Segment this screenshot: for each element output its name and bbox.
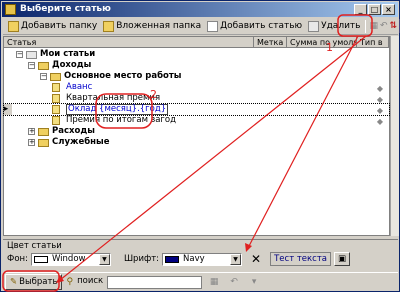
expand-icon[interactable]: + xyxy=(28,139,35,146)
tree-item-label: Квартальная премия xyxy=(66,93,161,103)
row-selector[interactable] xyxy=(4,137,12,148)
tree-folder-row[interactable]: + Расходы xyxy=(4,126,389,137)
app-icon xyxy=(5,4,16,15)
folder-icon xyxy=(38,128,49,136)
tree-folder-row[interactable]: − Доходы xyxy=(4,60,389,71)
bottom-bar: ✎ Выбрать ⚲ поиск ▦ ↶ ▾ xyxy=(3,272,398,291)
row-selector[interactable] xyxy=(4,115,12,126)
tree-item-label: Доходы xyxy=(52,60,92,70)
nested-folder-icon xyxy=(103,20,115,32)
font-color-label: Шрифт: xyxy=(123,254,160,264)
folder-icon xyxy=(26,51,37,59)
select-icon: ✎ xyxy=(10,277,18,287)
tree-item-row[interactable]: Аванс ◆ xyxy=(4,82,389,93)
dialog-window: Выберите статью _ □ × Добавить папку Вло… xyxy=(0,0,400,292)
font-color-select[interactable]: Navy ▼ xyxy=(162,252,243,266)
row-selector[interactable] xyxy=(4,71,12,82)
search-icon: ⚲ xyxy=(66,277,74,287)
column-header-default-sum[interactable]: Сумма по умолч xyxy=(287,37,357,47)
search-label: поиск xyxy=(77,275,104,286)
color-panel: Цвет статьи Фон: Window ▼ Шрифт: Navy ▼ … xyxy=(3,239,398,269)
tree-item-row[interactable]: Премия по итогам загод ◆ xyxy=(4,115,389,126)
document-plus-icon xyxy=(207,20,219,32)
search-undo-icon[interactable]: ↶ xyxy=(227,275,241,289)
tree-item-label: Расходы xyxy=(52,126,95,136)
folder-plus-icon xyxy=(8,20,19,32)
apply-color-icon[interactable]: ▣ xyxy=(334,252,351,266)
maximize-button[interactable]: □ xyxy=(368,4,381,15)
toolbar: Добавить папку Вложенная папка Добавить … xyxy=(3,18,400,35)
collapse-icon[interactable]: − xyxy=(16,51,23,58)
row-selector[interactable] xyxy=(4,60,12,71)
tree-item-label: Основное место работы xyxy=(64,71,182,81)
title-bar[interactable]: Выберите статью _ □ × xyxy=(2,2,398,17)
row-selector[interactable] xyxy=(4,49,12,60)
tree-item-row[interactable]: Квартальная премия ◆ xyxy=(4,93,389,104)
collapse-icon[interactable]: − xyxy=(28,62,35,69)
chevron-down-icon: ▼ xyxy=(230,253,242,265)
tree-folder-row[interactable]: − Основное место работы xyxy=(4,71,389,82)
tree-item-label: Оклад {месяц}.{год} xyxy=(66,104,169,115)
item-icon xyxy=(52,94,60,103)
background-label: Фон: xyxy=(7,254,28,264)
add-item-button[interactable]: Добавить статью xyxy=(204,19,305,34)
chevron-down-icon: ▼ xyxy=(98,253,110,265)
row-selector[interactable] xyxy=(4,82,12,93)
test-text-sample: Тест текста xyxy=(270,252,332,266)
row-selector[interactable]: ▸ xyxy=(4,104,12,115)
item-icon xyxy=(52,83,60,92)
folder-icon xyxy=(38,139,49,147)
add-folder-button[interactable]: Добавить папку xyxy=(5,19,100,34)
search-input[interactable] xyxy=(107,275,203,289)
minimize-button[interactable]: _ xyxy=(354,4,367,15)
vertical-scrollbar[interactable] xyxy=(390,36,399,236)
collapse-icon[interactable]: − xyxy=(40,73,47,80)
expand-icon[interactable]: + xyxy=(28,128,35,135)
column-header-tag[interactable]: Метка xyxy=(254,37,287,47)
item-icon xyxy=(52,116,60,125)
font-swatch xyxy=(165,255,180,263)
tree-folder-row[interactable]: − Мои статьи xyxy=(4,49,389,60)
select-button[interactable]: ✎ Выбрать xyxy=(5,274,63,290)
folder-icon xyxy=(50,73,61,81)
tree-item-label: Премия по итогам загод xyxy=(66,115,176,125)
save-icon[interactable]: ▦ xyxy=(369,19,378,33)
tree-item-row[interactable]: ▸ Оклад {месяц}.{год} ◆ xyxy=(3,103,390,116)
background-color-select[interactable]: Window ▼ xyxy=(30,252,111,266)
toolbar-separator xyxy=(365,19,367,33)
nested-folder-button[interactable]: Вложенная папка xyxy=(100,19,204,34)
search-dropdown-icon[interactable]: ▾ xyxy=(247,275,261,289)
color-panel-title: Цвет статьи xyxy=(7,241,62,251)
delete-button[interactable]: Удалить xyxy=(305,19,363,34)
items-tree-grid: Статья Метка Сумма по умолч Тип в − Мои с… xyxy=(3,36,390,236)
background-swatch xyxy=(33,255,48,263)
tree-folder-row[interactable]: + Служебные xyxy=(4,137,389,148)
tree-rows: − Мои статьи − Доходы − Основное место работы… xyxy=(3,49,390,148)
search-grid-icon[interactable]: ▦ xyxy=(207,275,221,289)
column-header-type[interactable]: Тип в xyxy=(357,37,389,47)
window-title: Выберите статью xyxy=(20,4,111,14)
column-header-item[interactable]: Статья xyxy=(4,37,254,47)
folder-icon xyxy=(38,62,49,70)
sort-icon[interactable]: ⇅ xyxy=(390,19,398,33)
row-selector[interactable] xyxy=(4,93,12,104)
grid-header: Статья Метка Сумма по умолч Тип в xyxy=(4,37,389,48)
tree-item-label: Мои статьи xyxy=(40,49,96,59)
tree-item-label: Служебные xyxy=(52,137,110,147)
tree-item-label: Аванс xyxy=(66,82,93,92)
undo-icon[interactable]: ↶ xyxy=(380,19,388,33)
close-button[interactable]: × xyxy=(382,4,395,15)
item-icon xyxy=(52,105,60,114)
delete-icon xyxy=(308,20,320,32)
clear-color-button[interactable]: ✕ xyxy=(251,252,261,266)
row-selector[interactable] xyxy=(4,126,12,137)
